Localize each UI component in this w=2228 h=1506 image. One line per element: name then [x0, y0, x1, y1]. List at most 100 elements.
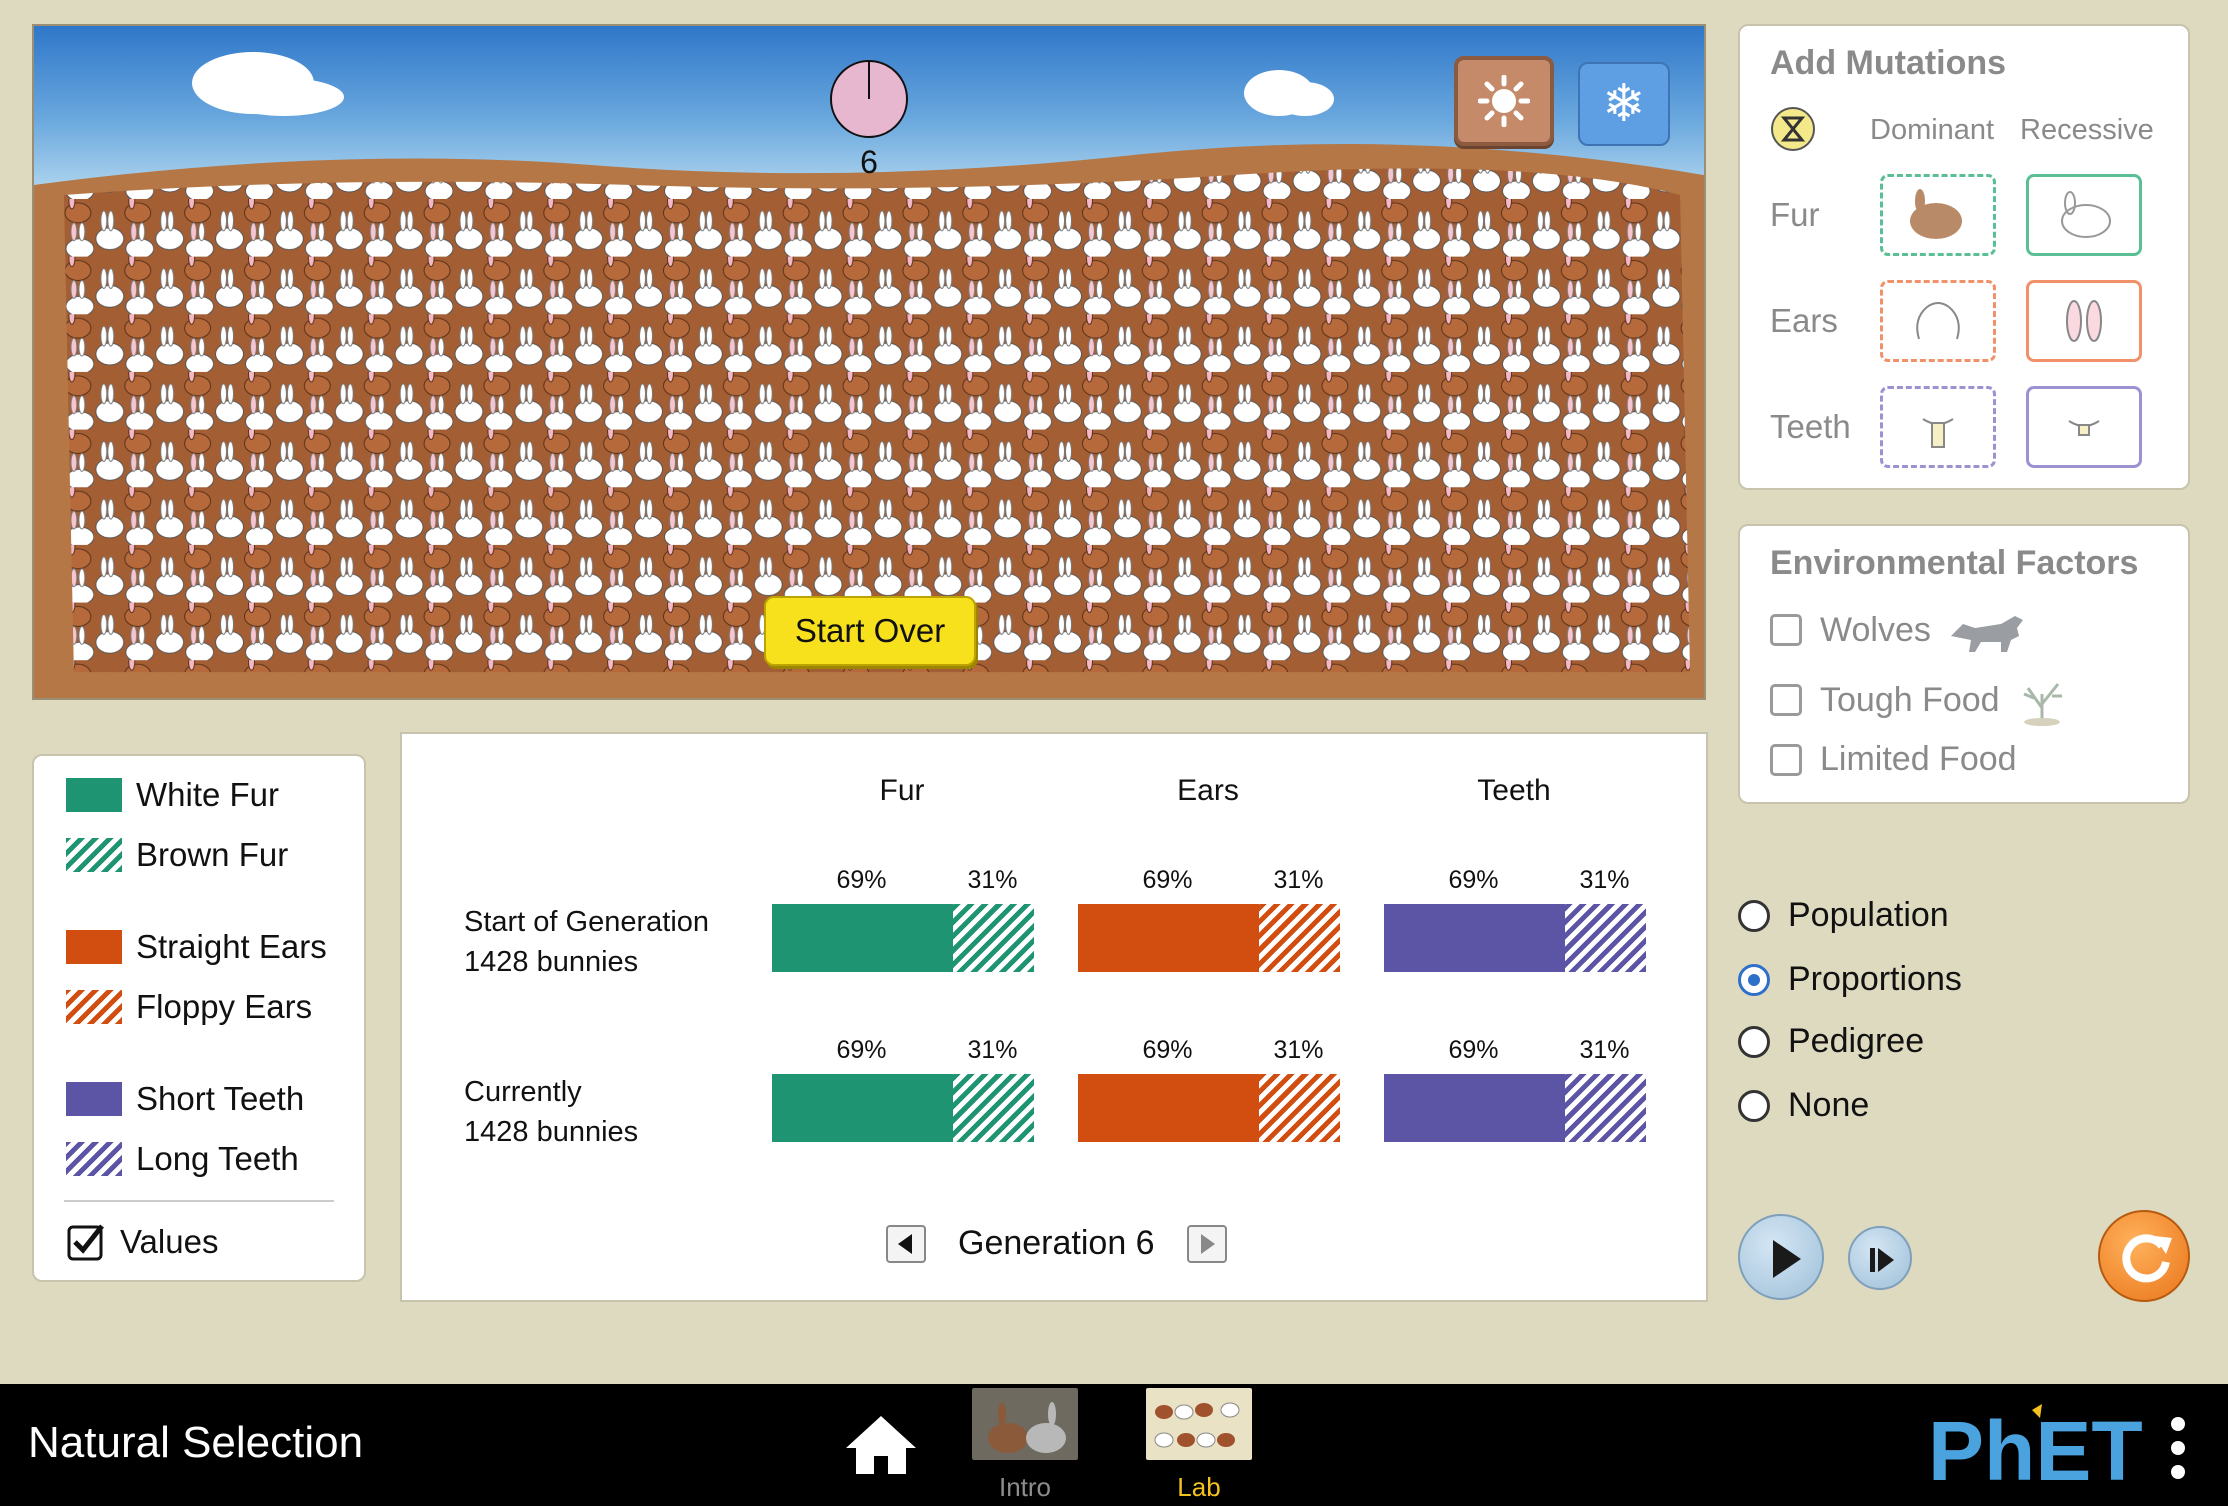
none-radio-label: None: [1788, 1086, 1870, 1124]
start-over-button[interactable]: Start Over: [764, 596, 976, 666]
none-radio[interactable]: None: [1738, 1086, 1869, 1125]
winter-environment-button[interactable]: ❄: [1578, 62, 1670, 146]
arrow-right-icon: [1200, 1233, 1215, 1254]
pedigree-radio[interactable]: Pedigree: [1738, 1022, 1924, 1061]
wolves-checkbox[interactable]: Wolves: [1770, 606, 2029, 654]
row-count: 1428 bunnies: [464, 946, 639, 978]
recessive-segment: [1565, 1074, 1646, 1142]
limited-food-checkbox[interactable]: Limited Food: [1770, 740, 2017, 779]
fur-mutation-label: Fur: [1770, 196, 1820, 233]
legend-divider: [64, 1200, 334, 1202]
white-fur-swatch: [66, 778, 122, 812]
teeth-proportion-bar: [1384, 1074, 1646, 1142]
checkbox-box[interactable]: [1770, 743, 1802, 776]
dominant-segment: [772, 904, 953, 972]
recessive-segment: [953, 1074, 1034, 1142]
legend-label: Brown Fur: [136, 836, 289, 873]
recessive-segment: [953, 904, 1034, 972]
dominant-percent-label: 69%: [1448, 866, 1499, 894]
dominant-percent-label: 69%: [836, 1036, 887, 1064]
recessive-segment: [1259, 1074, 1340, 1142]
recessive-percent-label: 31%: [967, 1036, 1018, 1064]
legend-item-floppy-ears: Floppy Ears: [66, 988, 312, 1026]
legend-label: Long Teeth: [136, 1140, 299, 1177]
generation-clock-value: 6: [860, 144, 878, 180]
previous-generation-button[interactable]: [886, 1224, 926, 1263]
app-title: Natural Selection: [28, 1418, 364, 1467]
long-teeth-dominant-mutation-button[interactable]: [1880, 386, 1996, 468]
next-generation-button[interactable]: [1186, 1224, 1227, 1263]
screen-tab-lab[interactable]: Lab: [1144, 1388, 1254, 1503]
step-forward-icon: [1870, 1248, 1894, 1272]
recessive-column-header: Recessive: [2020, 114, 2154, 146]
floppy-ears-dominant-mutation-button[interactable]: [1880, 280, 1996, 362]
mutation-hourglass-icon: [1771, 107, 1815, 151]
recessive-percent-label: 31%: [967, 866, 1018, 894]
summer-environment-button[interactable]: [1454, 56, 1554, 146]
home-icon: [846, 1416, 916, 1474]
play-button[interactable]: [1738, 1214, 1824, 1300]
intro-tab-label: Intro: [998, 1472, 1052, 1502]
screen-tab-intro[interactable]: Intro: [970, 1388, 1080, 1503]
checkbox-box[interactable]: [1770, 614, 1802, 646]
recessive-segment: [1565, 904, 1646, 972]
row-title: Currently: [464, 1076, 582, 1108]
add-mutations-title: Add Mutations: [1770, 44, 2007, 82]
dominant-segment: [1384, 904, 1565, 972]
options-menu-button[interactable]: [2164, 1416, 2192, 1485]
wolves-label: Wolves: [1820, 610, 1931, 649]
fur-proportion-bar: [772, 1074, 1034, 1142]
legend-item-short-teeth: Short Teeth: [66, 1080, 304, 1118]
values-checkbox[interactable]: Values: [66, 1222, 218, 1262]
radio-indicator[interactable]: [1738, 1025, 1770, 1058]
legend-label: Floppy Ears: [136, 988, 313, 1025]
limited-food-label: Limited Food: [1820, 740, 2017, 778]
legend-item-straight-ears: Straight Ears: [66, 928, 327, 966]
floppy-ears-icon: [1916, 302, 1960, 340]
row-count: 1428 bunnies: [464, 1116, 639, 1148]
kebab-menu-icon: [2171, 1417, 2185, 1479]
population-radio[interactable]: Population: [1738, 896, 1949, 935]
dominant-percent-label: 69%: [1448, 1036, 1499, 1064]
recessive-percent-label: 31%: [1579, 866, 1630, 894]
brown-fur-dominant-mutation-button[interactable]: [1880, 174, 1996, 256]
cloud: [224, 78, 344, 116]
short-teeth-swatch: [66, 1082, 122, 1116]
recessive-percent-label: 31%: [1579, 1036, 1630, 1064]
home-button[interactable]: [844, 1414, 918, 1481]
dominant-column-header: Dominant: [1870, 114, 1995, 146]
population-radio-label: Population: [1788, 896, 1949, 934]
legend-label: White Fur: [136, 776, 280, 813]
checkbox-box[interactable]: [1770, 684, 1802, 716]
straight-ears-swatch: [66, 930, 122, 964]
radio-indicator[interactable]: [1738, 1089, 1770, 1122]
proportions-graph: Fur Ears Teeth Start of Generation 1428 …: [400, 732, 1708, 1302]
recessive-percent-label: 31%: [1273, 1036, 1324, 1064]
radio-indicator[interactable]: [1738, 899, 1770, 932]
checkbox-checked-icon[interactable]: [66, 1222, 106, 1262]
recessive-segment: [1259, 904, 1340, 972]
generation-label: Generation 6: [958, 1224, 1155, 1262]
tough-food-checkbox[interactable]: Tough Food: [1770, 674, 2070, 726]
white-fur-recessive-mutation-button[interactable]: [2026, 174, 2142, 256]
teeth-column-header: Teeth: [1477, 774, 1551, 807]
short-teeth-icon: [2068, 420, 2100, 436]
radio-indicator-selected[interactable]: [1738, 963, 1770, 996]
lab-tab-label: Lab: [1177, 1472, 1221, 1502]
ears-proportion-bar: [1078, 904, 1340, 972]
dominant-percent-label: 69%: [1142, 1036, 1193, 1064]
long-teeth-swatch: [66, 1142, 122, 1176]
teeth-mutation-label: Teeth: [1770, 408, 1851, 445]
phet-logo[interactable]: PhET: [1924, 1402, 2154, 1498]
proportions-radio[interactable]: Proportions: [1738, 960, 1962, 999]
reset-all-button[interactable]: [2098, 1210, 2190, 1302]
currently-row-label: Currently 1428 bunnies: [464, 1072, 638, 1152]
straight-ears-recessive-mutation-button[interactable]: [2026, 280, 2142, 362]
add-mutations-panel: Add Mutations Dominant Recessive Fur Ear…: [1738, 24, 2190, 490]
step-forward-button[interactable]: [1848, 1226, 1912, 1290]
proportions-radio-label: Proportions: [1788, 960, 1962, 998]
short-teeth-recessive-mutation-button[interactable]: [2026, 386, 2142, 468]
dominant-percent-label: 69%: [836, 866, 887, 894]
generation-navigator: Generation 6: [886, 1224, 1227, 1263]
phet-logo-text: PhET: [1928, 1404, 2143, 1492]
